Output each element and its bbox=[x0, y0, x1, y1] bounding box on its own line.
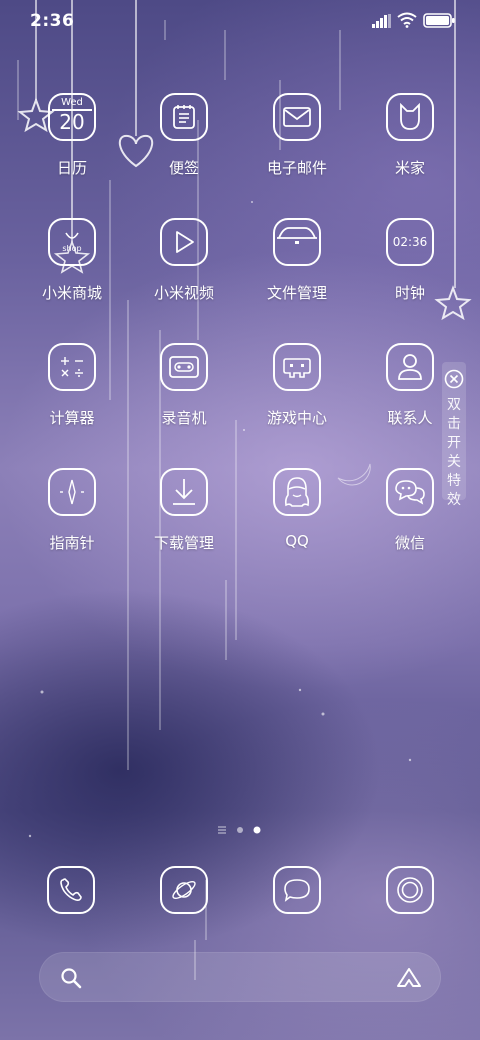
app-compass[interactable]: 指南针 bbox=[24, 468, 120, 568]
app-calendar[interactable]: Wed 20 日历 bbox=[24, 93, 120, 193]
app-label: 游戏中心 bbox=[266, 409, 327, 427]
dock-phone[interactable] bbox=[47, 866, 95, 914]
app-calculator[interactable]: 计算器 bbox=[24, 343, 120, 443]
calculator-icon bbox=[48, 343, 96, 391]
mijia-icon bbox=[386, 93, 434, 141]
app-label: 文件管理 bbox=[266, 284, 327, 302]
app-label: 米家 bbox=[394, 159, 425, 177]
mail-icon bbox=[273, 93, 321, 141]
search-icon[interactable] bbox=[60, 967, 82, 989]
battery-icon bbox=[423, 13, 455, 28]
dock-camera[interactable] bbox=[386, 866, 434, 914]
app-label: 计算器 bbox=[49, 409, 95, 427]
app-label: 下载管理 bbox=[153, 534, 214, 552]
clock-icon: 02:36 bbox=[386, 218, 434, 266]
dock-messages[interactable] bbox=[273, 866, 321, 914]
app-label: QQ bbox=[285, 532, 309, 550]
search-bar[interactable] bbox=[39, 952, 441, 1002]
camera-icon bbox=[397, 877, 423, 903]
wifi-icon bbox=[397, 12, 417, 28]
app-game-center[interactable]: 游戏中心 bbox=[249, 343, 345, 443]
svg-text:shop: shop bbox=[62, 244, 81, 253]
app-label: 微信 bbox=[394, 534, 425, 552]
dock-browser[interactable] bbox=[160, 866, 208, 914]
messages-icon bbox=[284, 879, 310, 902]
calendar-weekday: Wed bbox=[61, 97, 83, 108]
page-indicator-menu-icon[interactable] bbox=[218, 826, 226, 834]
qq-icon bbox=[273, 468, 321, 516]
video-play-icon bbox=[160, 218, 208, 266]
app-label: 日历 bbox=[56, 159, 87, 177]
app-email[interactable]: 电子邮件 bbox=[249, 93, 345, 193]
page-dot[interactable] bbox=[236, 826, 244, 834]
notes-icon bbox=[160, 93, 208, 141]
calendar-icon: Wed 20 bbox=[48, 93, 96, 141]
app-recorder[interactable]: 录音机 bbox=[136, 343, 232, 443]
calendar-date: 20 bbox=[59, 110, 85, 134]
status-bar: 2:36 bbox=[0, 0, 480, 44]
download-icon bbox=[160, 468, 208, 516]
app-download-manager[interactable]: 下载管理 bbox=[136, 468, 232, 568]
app-label: 电子邮件 bbox=[266, 159, 327, 177]
app-label: 时钟 bbox=[394, 284, 425, 302]
browser-planet-icon bbox=[172, 880, 196, 900]
app-notes[interactable]: 便签 bbox=[136, 93, 232, 193]
effect-toggle-label: 双击开关特效 bbox=[447, 397, 461, 508]
app-label: 录音机 bbox=[161, 409, 207, 427]
compass-icon bbox=[48, 468, 96, 516]
recorder-icon bbox=[160, 343, 208, 391]
app-label: 指南针 bbox=[49, 534, 95, 552]
app-qq[interactable]: QQ bbox=[249, 468, 345, 568]
contacts-icon bbox=[386, 343, 434, 391]
app-mi-video[interactable]: 小米视频 bbox=[136, 218, 232, 318]
signal-icon bbox=[372, 14, 391, 28]
assistant-icon[interactable] bbox=[396, 967, 422, 989]
page-indicator[interactable] bbox=[216, 824, 264, 836]
gamepad-icon bbox=[273, 343, 321, 391]
page-dot-active[interactable] bbox=[253, 826, 261, 834]
wechat-icon bbox=[386, 468, 434, 516]
mi-store-icon: shop bbox=[48, 218, 96, 266]
close-circle-icon[interactable] bbox=[444, 369, 464, 389]
effect-toggle[interactable]: 双击开关特效 bbox=[442, 362, 466, 508]
app-clock[interactable]: 02:36 时钟 bbox=[362, 218, 458, 318]
app-label: 小米商城 bbox=[41, 284, 102, 302]
app-file-manager[interactable]: 文件管理 bbox=[249, 218, 345, 318]
folder-icon bbox=[273, 218, 321, 266]
app-mijia[interactable]: 米家 bbox=[362, 93, 458, 193]
app-label: 便签 bbox=[168, 159, 199, 177]
app-label: 小米视频 bbox=[153, 284, 214, 302]
app-mi-store[interactable]: shop 小米商城 bbox=[24, 218, 120, 318]
phone-icon bbox=[60, 878, 82, 901]
status-time: 2:36 bbox=[30, 11, 75, 31]
